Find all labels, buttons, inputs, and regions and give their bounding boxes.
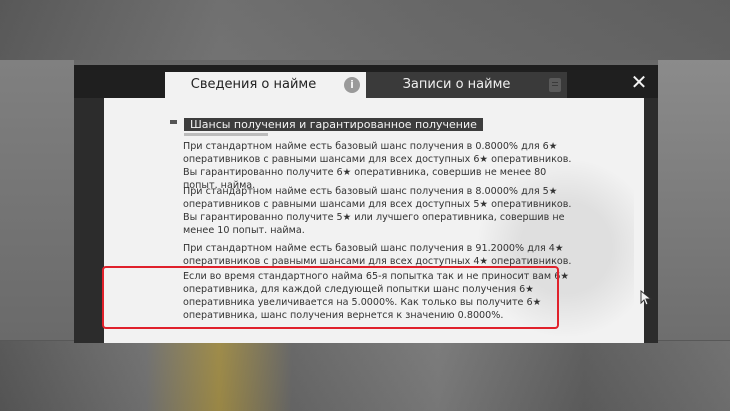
paragraph-4-star: При стандартном найме есть базовый шанс … — [183, 243, 572, 267]
close-button[interactable]: ✕ — [630, 70, 648, 94]
document-icon — [549, 78, 561, 92]
background-bottom-strip — [0, 341, 730, 411]
highlight-box — [102, 266, 559, 329]
close-icon: ✕ — [630, 70, 648, 94]
tab-bar: Сведения о найме i Записи о найме ✕ — [74, 65, 658, 98]
info-icon[interactable]: i — [344, 77, 360, 93]
section-subtitle-line — [184, 133, 268, 136]
paragraph-5-star: При стандартном найме есть базовый шанс … — [183, 186, 572, 236]
section-marker-icon — [170, 120, 177, 124]
background-right — [658, 60, 730, 340]
cursor-icon — [640, 290, 653, 306]
tab-label: Записи о найме — [402, 77, 511, 92]
tab-label: Сведения о найме — [190, 77, 317, 92]
background-top — [0, 0, 730, 60]
tab-recruitment-records[interactable]: Записи о найме — [366, 72, 567, 98]
background-left — [0, 60, 74, 340]
tab-recruitment-details[interactable]: Сведения о найме i — [165, 72, 366, 98]
section-title: Шансы получения и гарантированное получе… — [184, 118, 483, 131]
